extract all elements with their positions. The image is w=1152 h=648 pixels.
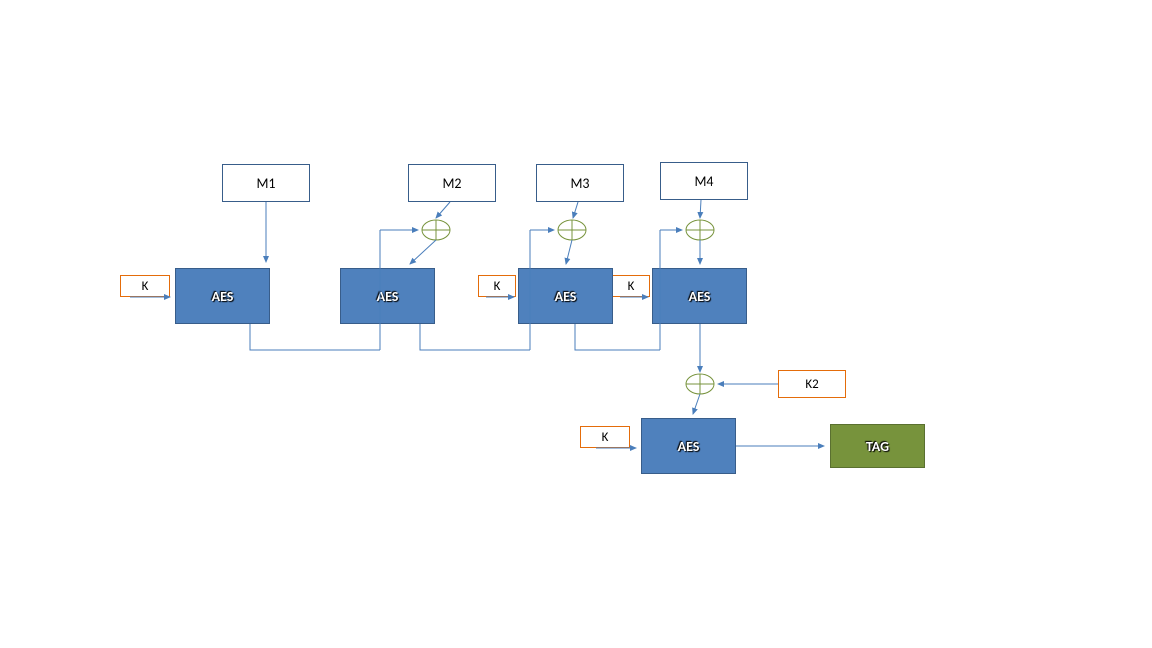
key-block-k-1: K bbox=[120, 275, 170, 297]
aes5-label: AES bbox=[678, 438, 700, 455]
m3-label: M3 bbox=[570, 175, 589, 192]
message-block-m1: M1 bbox=[222, 164, 310, 202]
message-block-m4: M4 bbox=[660, 162, 748, 200]
key-block-k-3: K bbox=[612, 275, 650, 297]
xor-icon bbox=[686, 220, 714, 240]
xor-icon bbox=[422, 220, 450, 240]
aes-block-5: AES bbox=[641, 418, 736, 474]
key-block-k2: K2 bbox=[778, 370, 846, 398]
aes-block-2: AES bbox=[340, 268, 435, 324]
aes4-label: AES bbox=[689, 288, 711, 305]
aes-block-3: AES bbox=[518, 268, 613, 324]
m1-label: M1 bbox=[256, 175, 275, 192]
xor-icon bbox=[686, 374, 714, 394]
key-block-k-bottom: K bbox=[580, 426, 630, 448]
tag-block: TAG bbox=[830, 424, 925, 468]
k3mid-label: K bbox=[628, 279, 635, 294]
key-block-k-2: K bbox=[478, 275, 516, 297]
message-block-m3: M3 bbox=[536, 164, 624, 202]
aes-block-4: AES bbox=[652, 268, 747, 324]
k2-label: K2 bbox=[805, 377, 818, 392]
aes-block-1: AES bbox=[175, 268, 270, 324]
aes1-label: AES bbox=[212, 288, 234, 305]
tag-label: TAG bbox=[866, 438, 889, 455]
connector-overlay bbox=[0, 0, 1152, 648]
kbot-label: K bbox=[602, 430, 609, 445]
k1-label: K bbox=[142, 279, 149, 294]
k2mid-label: K bbox=[494, 279, 501, 294]
aes3-label: AES bbox=[555, 288, 577, 305]
m2-label: M2 bbox=[442, 175, 461, 192]
m4-label: M4 bbox=[694, 173, 713, 190]
aes2-label: AES bbox=[377, 288, 399, 305]
xor-icon bbox=[558, 220, 586, 240]
message-block-m2: M2 bbox=[408, 164, 496, 202]
